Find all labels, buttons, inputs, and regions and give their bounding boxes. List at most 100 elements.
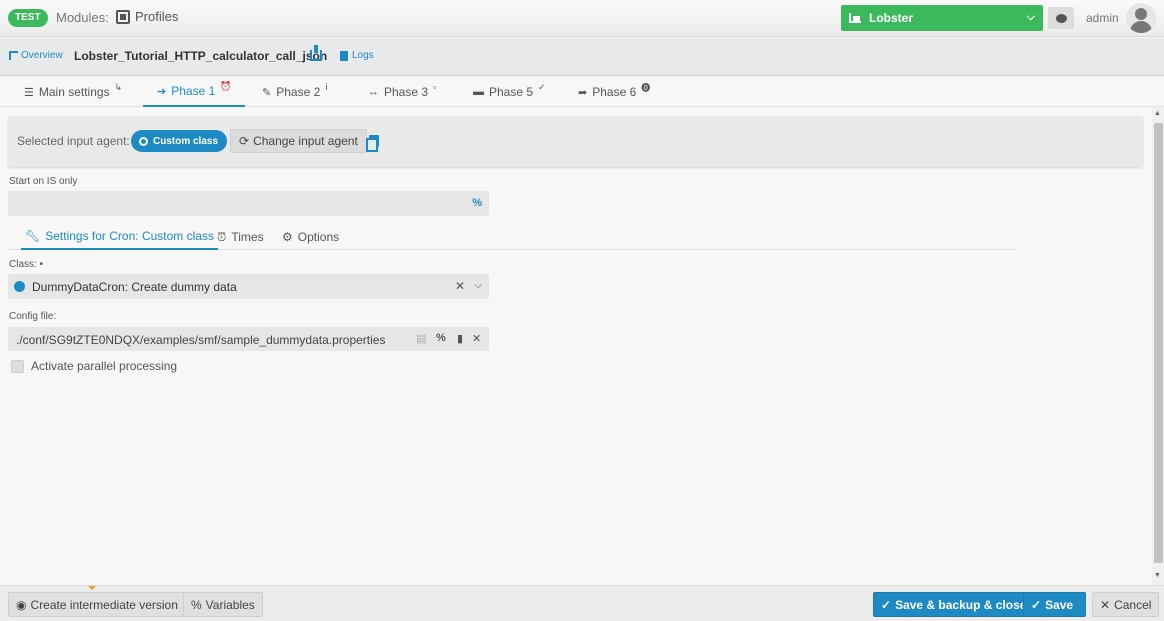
vertical-scrollbar[interactable]: ▲ ▼	[1152, 107, 1164, 585]
info-icon: ⅰ	[325, 81, 328, 92]
arrows-horizontal-icon: ↔	[368, 86, 379, 98]
chip-icon	[116, 9, 130, 24]
tab-label: Settings for Cron: Custom class	[45, 229, 214, 243]
sitemap-icon	[9, 51, 18, 60]
chat-button[interactable]	[1048, 7, 1074, 29]
tab-label: Times	[231, 230, 264, 244]
check-icon: ✓	[1031, 597, 1042, 612]
browse-icon[interactable]: ▤	[416, 332, 426, 345]
input-agent-label: Selected input agent:	[17, 134, 130, 148]
variables-icon[interactable]: %	[436, 332, 446, 344]
list-icon: ☰	[24, 86, 34, 99]
instance-select[interactable]: Lobster ⌵	[841, 5, 1043, 31]
variables-icon[interactable]: %	[472, 197, 482, 209]
tab-phase-1[interactable]: ➔ Phase 1 ⏰	[143, 77, 246, 107]
tab-label: Options	[297, 230, 340, 244]
cancel-button[interactable]: ✕ Cancel	[1092, 592, 1160, 617]
arrow-right-icon: ➔	[157, 85, 167, 98]
comment-icon	[14, 281, 25, 292]
checkmark-icon: ✓	[538, 81, 546, 92]
check-circle-icon: ◉	[16, 597, 27, 612]
config-file-field[interactable]: ./conf/SG9tZTE0NDQX/examples/smf/sample_…	[8, 327, 489, 351]
chat-bubble-icon	[1055, 13, 1067, 23]
button-label: Create intermediate version	[30, 597, 178, 612]
create-intermediate-version-button[interactable]: ◉ Create intermediate version	[8, 592, 186, 617]
export-icon[interactable]	[310, 45, 322, 61]
pill-label: Custom class	[153, 135, 219, 147]
instance-label: Lobster	[869, 11, 914, 25]
tab-phase-6[interactable]: ➦ Phase 6 ⓿	[578, 77, 650, 107]
tab-phase-2[interactable]: ✎ Phase 2 ⅰ	[262, 77, 328, 107]
class-value: DummyDataCron: Create dummy data	[32, 279, 237, 294]
clear-icon[interactable]: ✕	[455, 279, 465, 293]
logs-label: Logs	[352, 50, 374, 61]
footer-bar: ◉ Create intermediate version % Variable…	[0, 585, 1164, 621]
scroll-down-icon[interactable]: ▼	[1154, 572, 1161, 579]
overview-label: Overview	[21, 50, 63, 61]
change-input-agent-button[interactable]: ⟳ Change input agent	[230, 129, 367, 153]
custom-class-pill[interactable]: Custom class	[131, 130, 228, 152]
phase-tabs: ☰ Main settings ↳ ➔ Phase 1 ⏰ ✎ Phase 2 …	[0, 77, 1164, 107]
alarm-clock-icon	[139, 136, 148, 146]
alarm-clock-icon: ⏰	[220, 80, 232, 91]
chevron-down-icon[interactable]: ⌵	[474, 280, 482, 291]
profile-toolbar: Overview Lobster_Tutorial_HTTP_calculato…	[0, 38, 1164, 76]
gears-icon: ⚙	[282, 230, 293, 244]
alarm-clock-icon: ⏰︎	[217, 229, 227, 244]
server-icon: ▬	[473, 86, 484, 98]
zero-badge-icon: ⓿	[641, 82, 651, 93]
button-label: Cancel	[1114, 597, 1152, 612]
tab-times[interactable]: ⏰︎ Times	[217, 224, 264, 250]
refresh-icon: ⟳	[239, 134, 250, 148]
start-on-is-label: Start on IS only	[9, 176, 78, 187]
button-label: Change input agent	[253, 134, 358, 148]
wrench-icon: 🔧︎	[25, 229, 41, 243]
config-file-label: Config file:	[9, 311, 57, 322]
chevron-down-icon: ⌵	[1026, 11, 1035, 23]
profiles-label: Profiles	[135, 9, 179, 24]
percent-icon: %	[191, 597, 202, 612]
edit-document-icon: ✎	[262, 86, 272, 99]
environment-badge: TEST	[8, 9, 48, 27]
copy-icon[interactable]	[366, 135, 379, 152]
document-icon[interactable]: ▮	[457, 332, 463, 345]
button-label: Save & backup & close	[895, 597, 1027, 612]
tab-label: Phase 1	[171, 84, 216, 98]
input-agent-panel: Selected input agent: Custom class ⟳ Cha…	[8, 116, 1143, 167]
tab-main-settings[interactable]: ☰ Main settings ↳	[24, 77, 122, 107]
factory-icon	[849, 13, 861, 23]
top-header: TEST Modules: Profiles Lobster ⌵ admin	[0, 0, 1164, 37]
variables-button[interactable]: % Variables	[183, 592, 263, 617]
class-label: Class: •	[9, 259, 44, 270]
profile-name: Lobster_Tutorial_HTTP_calculator_call_js…	[74, 49, 328, 63]
start-on-is-field[interactable]: %	[8, 191, 489, 216]
parallel-processing-label: Activate parallel processing	[31, 359, 178, 373]
config-file-value: ./conf/SG9tZTE0NDQX/examples/smf/sample_…	[16, 333, 386, 347]
button-label: Variables	[205, 597, 255, 612]
parallel-processing-checkbox[interactable]	[11, 359, 24, 373]
tab-phase-3[interactable]: ↔ Phase 3 ▫	[368, 77, 436, 107]
scroll-up-icon[interactable]: ▲	[1154, 110, 1161, 117]
parallel-processing-row[interactable]: Activate parallel processing	[11, 359, 177, 373]
save-button[interactable]: ✓ Save	[1023, 592, 1086, 617]
logs-link[interactable]: Logs	[340, 50, 374, 61]
profiles-breadcrumb[interactable]: Profiles	[116, 9, 178, 24]
tab-label: Phase 2	[276, 85, 321, 99]
tab-label: Phase 6	[592, 85, 637, 99]
tab-options[interactable]: ⚙ Options	[282, 224, 339, 250]
tab-settings-cron[interactable]: 🔧︎ Settings for Cron: Custom class	[21, 224, 218, 250]
overview-link[interactable]: Overview	[9, 50, 63, 61]
class-select[interactable]: DummyDataCron: Create dummy data ✕ ⌵	[8, 274, 489, 299]
settings-subtabs: 🔧︎ Settings for Cron: Custom class ⏰︎ Ti…	[8, 224, 1016, 250]
document-icon	[340, 50, 348, 61]
tab-label: Phase 3	[384, 85, 429, 99]
clear-icon[interactable]: ✕	[472, 332, 481, 345]
tab-phase-5[interactable]: ▬ Phase 5 ✓	[473, 77, 546, 107]
notch-marker	[88, 586, 96, 590]
modules-label: Modules:	[56, 10, 109, 25]
avatar[interactable]	[1126, 3, 1156, 33]
save-backup-close-button[interactable]: ✓ Save & backup & close	[873, 592, 1035, 617]
sign-in-icon: ↳	[114, 81, 123, 92]
scroll-thumb[interactable]	[1154, 123, 1163, 563]
user-name[interactable]: admin	[1086, 11, 1119, 25]
